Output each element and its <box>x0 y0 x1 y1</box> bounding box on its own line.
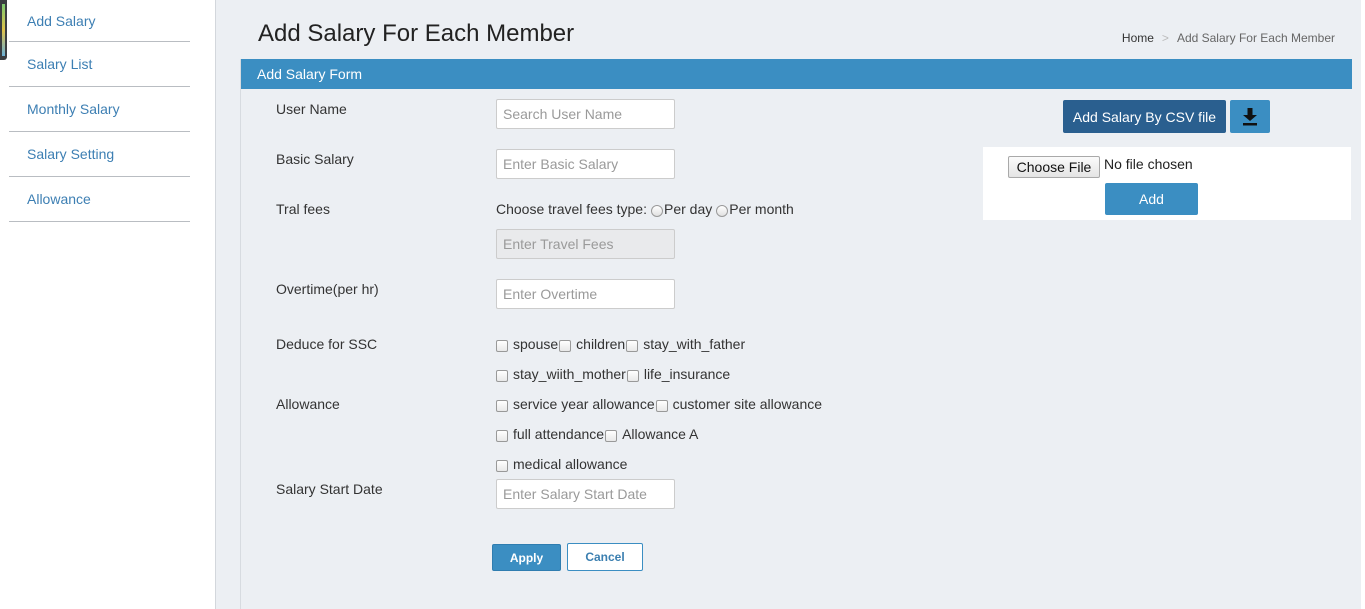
cancel-button[interactable]: Cancel <box>567 543 643 571</box>
per-day-radio[interactable] <box>650 204 663 217</box>
allowance-a-checkbox[interactable] <box>605 429 618 442</box>
sidebar: Add Salary Salary List Monthly Salary Sa… <box>0 0 216 609</box>
stay-with-father-checkbox[interactable] <box>626 339 639 352</box>
page-title: Add Salary For Each Member <box>258 20 575 47</box>
user-name-input[interactable] <box>496 99 675 129</box>
customer-site-allowance-checkbox[interactable] <box>655 399 668 412</box>
allowance-label: Allowance <box>276 396 340 412</box>
sidebar-menu: Add Salary Salary List Monthly Salary Sa… <box>9 0 190 222</box>
spouse-checkbox[interactable] <box>496 339 508 352</box>
full-attendance-label: full attendance <box>513 426 605 442</box>
per-month-radio[interactable] <box>716 204 729 217</box>
sidebar-item-allowance[interactable]: Allowance <box>9 177 190 222</box>
allowance-a-label: Allowance A <box>622 426 699 442</box>
children-checkbox[interactable] <box>559 339 572 352</box>
overtime-input[interactable] <box>496 279 675 309</box>
travel-fees-input[interactable] <box>496 229 675 259</box>
breadcrumb-current: Add Salary For Each Member <box>1176 31 1335 45</box>
breadcrumb-home-link[interactable]: Home <box>1122 31 1154 45</box>
sidebar-item-salary-setting[interactable]: Salary Setting <box>9 132 190 177</box>
allowance-row-1: service year allowance customer site all… <box>496 396 822 412</box>
sidebar-item-salary-list[interactable]: Salary List <box>9 42 190 87</box>
stay-with-mother-label: stay_wiith_mother <box>513 366 626 382</box>
spouse-label: spouse <box>513 336 559 352</box>
life-insurance-label: life_insurance <box>643 366 731 382</box>
choose-file-button[interactable]: Choose File <box>1008 156 1100 178</box>
per-month-label: Per month <box>729 201 794 217</box>
travel-fees-type-prompt: Choose travel fees type: <box>496 201 647 217</box>
medical-allowance-label: medical allowance <box>513 456 628 472</box>
sidebar-item-add-salary[interactable]: Add Salary <box>9 0 190 42</box>
life-insurance-checkbox[interactable] <box>626 369 639 382</box>
download-icon <box>1243 107 1257 125</box>
basic-salary-label: Basic Salary <box>276 151 354 167</box>
breadcrumb: Home > Add Salary For Each Member <box>1122 31 1335 45</box>
csv-add-button[interactable]: Add <box>1105 183 1198 215</box>
basic-salary-input[interactable] <box>496 149 675 179</box>
customer-site-allowance-label: customer site allowance <box>672 396 823 412</box>
full-attendance-checkbox[interactable] <box>496 429 508 442</box>
download-template-button[interactable] <box>1230 100 1270 133</box>
ssc-row-2: stay_wiith_mother life_insurance <box>496 366 730 382</box>
apply-button[interactable]: Apply <box>492 544 561 571</box>
panel-heading: Add Salary Form <box>241 59 1352 89</box>
children-label: children <box>576 336 626 352</box>
service-year-allowance-checkbox[interactable] <box>496 399 508 412</box>
add-salary-panel: Add Salary Form <box>240 59 1352 609</box>
csv-upload-box: Choose File No file chosen Add <box>983 147 1351 220</box>
travel-fees-type-group: Choose travel fees type: Per day Per mon… <box>496 201 794 217</box>
page-scrollbar[interactable] <box>1361 0 1365 609</box>
salary-start-date-label: Salary Start Date <box>276 481 383 497</box>
per-day-label: Per day <box>663 201 713 217</box>
ssc-row-1: spouse children stay_with_father <box>496 336 745 352</box>
sidebar-item-monthly-salary[interactable]: Monthly Salary <box>9 87 190 132</box>
overtime-label: Overtime(per hr) <box>276 281 379 297</box>
add-salary-by-csv-button[interactable]: Add Salary By CSV file <box>1063 100 1226 133</box>
travel-fees-label: Tral fees <box>276 201 330 217</box>
sidebar-toggle-handle[interactable] <box>0 0 7 60</box>
allowance-row-2: full attendance Allowance A <box>496 426 698 442</box>
ssc-label: Deduce for SSC <box>276 336 378 352</box>
user-name-label: User Name <box>276 101 347 117</box>
allowance-row-3: medical allowance <box>496 456 627 472</box>
breadcrumb-separator: > <box>1161 31 1169 45</box>
stay-with-mother-checkbox[interactable] <box>496 369 508 382</box>
service-year-allowance-label: service year allowance <box>513 396 655 412</box>
salary-start-date-input[interactable] <box>496 479 675 509</box>
stay-with-father-label: stay_with_father <box>643 336 746 352</box>
no-file-chosen-text: No file chosen <box>1104 156 1193 172</box>
medical-allowance-checkbox[interactable] <box>496 459 508 472</box>
